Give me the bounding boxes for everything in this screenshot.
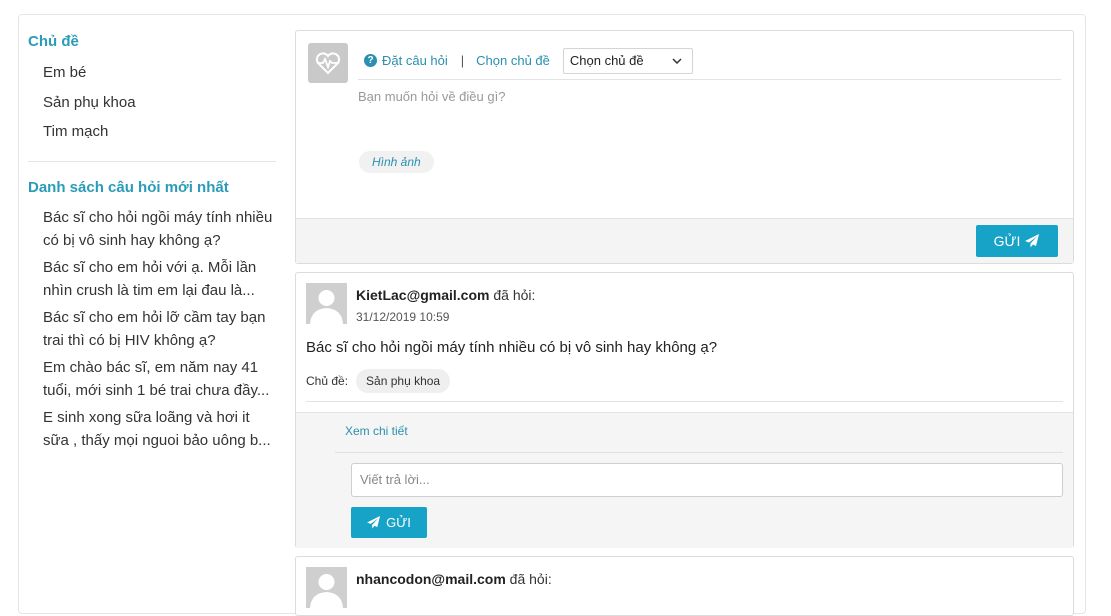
divider [306,401,1063,402]
chevron-down-icon [672,57,682,64]
paper-plane-icon [367,516,381,529]
sidebar-divider [28,160,276,162]
question-topic-row: Chủ đề: Sản phụ khoa [306,369,451,393]
asker-line: nhancodon@mail.com đã hỏi: [356,571,552,587]
question-date: 31/12/2019 10:59 [356,310,450,324]
topic-label: Chủ đề: [306,374,349,388]
ask-footer: GỬI [296,218,1073,263]
heart-pulse-icon [308,43,348,83]
asked-suffix: đã hỏi: [493,287,536,303]
topics-title: Chủ đề [28,33,79,50]
user-silhouette-icon [306,567,347,608]
latest-question-item[interactable]: E sinh xong sữa loãng và hơi it sữa , th… [28,406,276,452]
latest-questions-list: Bác sĩ cho hỏi ngồi máy tính nhiều có bị… [28,206,276,452]
question-input[interactable]: Bạn muốn hỏi về điều gì? [358,89,1058,104]
latest-question-item[interactable]: Bác sĩ cho hỏi ngồi máy tính nhiều có bị… [28,206,276,252]
send-question-button[interactable]: GỬI [976,225,1058,257]
add-image-button[interactable]: Hình ảnh [359,151,434,173]
topic-select[interactable]: Chọn chủ đề [562,47,693,74]
topic-select-value: Chọn chủ đề [569,53,644,68]
sidebar: Chủ đề Em bé Sản phụ khoa Tim mạch Danh … [28,30,276,456]
question-text: Bác sĩ cho hỏi ngồi máy tính nhiều có bị… [306,339,718,356]
ask-question-label: Đặt câu hỏi [382,53,448,68]
ask-question-tab[interactable]: ? Đặt câu hỏi [358,53,448,68]
ask-question-box: ? Đặt câu hỏi | Chọn chủ đề Chọn chủ đề … [295,30,1074,264]
latest-question-item[interactable]: Bác sĩ cho em hỏi với ạ. Mỗi lần nhìn cr… [28,256,276,302]
question-card: nhancodon@mail.com đã hỏi: [295,556,1074,616]
header-separator: | [460,53,465,68]
send-reply-button[interactable]: GỬI [351,507,427,538]
reply-input[interactable]: Viết trả lời... [351,463,1063,497]
topic-list: Em bé Sản phụ khoa Tim mạch [28,58,276,147]
sidebar-topic-em-be[interactable]: Em bé [28,58,276,88]
send-label: GỬI [993,233,1021,249]
asker-email[interactable]: nhancodon@mail.com [356,571,506,587]
paper-plane-icon [1025,234,1040,248]
sidebar-topic-tim-mach[interactable]: Tim mạch [28,117,276,147]
latest-question-item[interactable]: Bác sĩ cho em hỏi lỡ cầm tay bạn trai th… [28,306,276,352]
ask-header: ? Đặt câu hỏi | Chọn chủ đề Chọn chủ đề [358,42,1061,80]
choose-topic-link[interactable]: Chọn chủ đề [476,53,550,68]
question-circle-icon: ? [364,54,377,67]
question-card: KietLac@gmail.com đã hỏi: 31/12/2019 10:… [295,272,1074,548]
asked-suffix: đã hỏi: [509,571,552,587]
send-reply-label: GỬI [386,515,411,530]
divider [335,452,1063,453]
reply-section: Xem chi tiết Viết trả lời... GỬI [296,412,1073,548]
latest-questions-title: Danh sách câu hỏi mới nhất [28,178,229,196]
latest-question-item[interactable]: Em chào bác sĩ, em năm nay 41 tuổi, mới … [28,356,276,402]
sidebar-topic-san-phu-khoa[interactable]: Sản phụ khoa [28,88,276,118]
asker-line: KietLac@gmail.com đã hỏi: [356,287,535,303]
topic-tag[interactable]: Sản phụ khoa [356,369,451,393]
user-silhouette-icon [306,283,347,324]
asker-email[interactable]: KietLac@gmail.com [356,287,489,303]
view-detail-link[interactable]: Xem chi tiết [345,424,408,438]
